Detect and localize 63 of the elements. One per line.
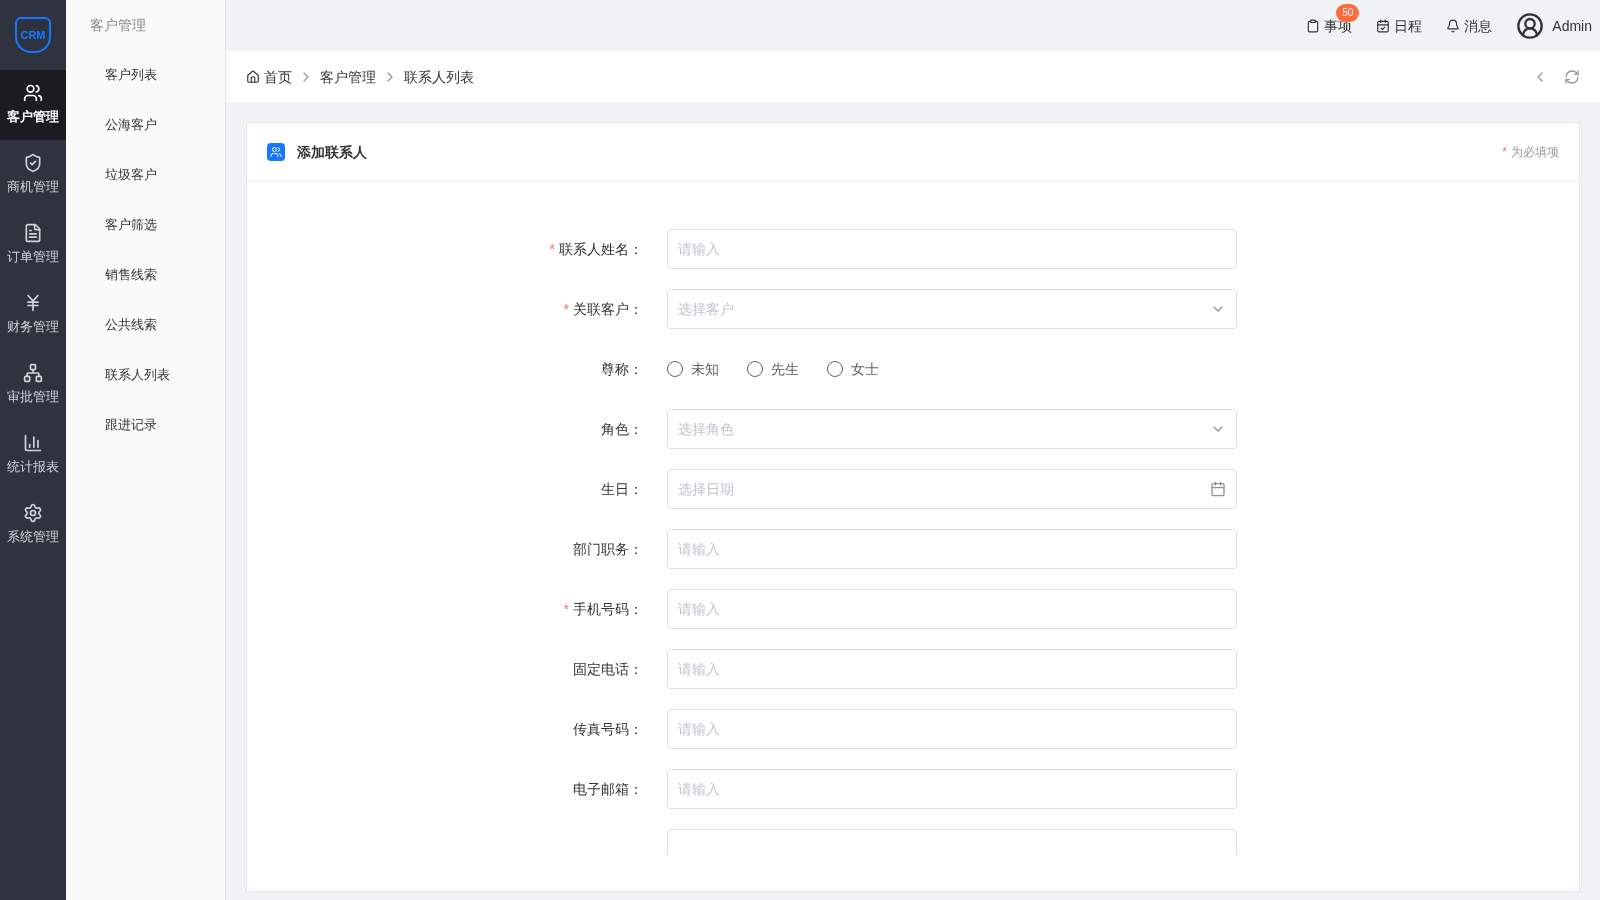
topbar-link[interactable]: 消息 — [1446, 15, 1493, 36]
rail-item[interactable]: 客户管理 — [0, 70, 66, 140]
input-field[interactable]: 请输入 — [667, 649, 1237, 689]
document-icon — [23, 223, 43, 244]
submenu-item[interactable]: 垃圾客户 — [66, 150, 225, 200]
input-field[interactable]: 请输入 — [667, 589, 1237, 629]
submenu-item[interactable]: 客户筛选 — [66, 200, 225, 250]
radio-option[interactable]: 女士 — [827, 359, 879, 379]
field-label: 尊称： — [601, 360, 643, 379]
refresh-icon[interactable] — [1564, 68, 1580, 85]
field-label: 生日： — [601, 480, 643, 499]
contacts-icon — [267, 142, 285, 161]
required-mark: * — [549, 240, 555, 259]
card-title: 添加联系人 — [297, 142, 367, 162]
rail-item[interactable]: 审批管理 — [0, 350, 66, 420]
field-label: 固定电话： — [573, 660, 643, 679]
required-mark: * — [563, 600, 569, 619]
calendar-icon — [1210, 481, 1226, 497]
submenu-item[interactable]: 跟进记录 — [66, 400, 225, 450]
shield-icon — [23, 153, 43, 174]
required-mark: * — [1502, 143, 1507, 160]
calendar-icon — [1376, 18, 1391, 33]
input-field[interactable]: 请输入 — [667, 769, 1237, 809]
submenu-item[interactable]: 公海客户 — [66, 100, 225, 150]
required-note: 为必填项 — [1511, 143, 1559, 160]
submenu-item[interactable]: 联系人列表 — [66, 350, 225, 400]
submenu-item[interactable]: 公共线索 — [66, 300, 225, 350]
breadcrumb-link[interactable]: 首页 — [264, 66, 292, 87]
rail-item[interactable]: 统计报表 — [0, 420, 66, 490]
field-label: 关联客户： — [573, 300, 643, 319]
field-label: 联系人姓名： — [559, 240, 643, 259]
field-label: 电子邮箱： — [573, 780, 643, 799]
rail-item[interactable]: 商机管理 — [0, 140, 66, 210]
bar-chart-icon — [23, 433, 43, 454]
field-label: 传真号码： — [573, 720, 643, 739]
count-badge: 50 — [1336, 3, 1360, 22]
field-label: 角色： — [601, 420, 643, 439]
avatar-icon[interactable] — [1516, 11, 1545, 40]
radio-option[interactable]: 未知 — [667, 359, 719, 379]
people-icon — [23, 83, 43, 104]
field-label: 部门职务： — [573, 540, 643, 559]
breadcrumb-link[interactable]: 联系人列表 — [404, 66, 474, 87]
home-icon — [246, 69, 260, 84]
settings-icon — [23, 503, 43, 524]
submenu-item[interactable]: 客户列表 — [66, 50, 225, 100]
radio-option[interactable]: 先生 — [747, 359, 799, 379]
input-field[interactable]: 请输入 — [667, 229, 1237, 269]
required-mark: * — [563, 300, 569, 319]
rail-item[interactable]: 订单管理 — [0, 210, 66, 280]
bell-icon — [1446, 18, 1461, 33]
topbar-link[interactable]: 日程 — [1376, 15, 1423, 36]
org-chart-icon — [23, 363, 43, 384]
rail-item[interactable]: 系统管理 — [0, 490, 66, 560]
submenu-item[interactable]: 销售线索 — [66, 250, 225, 300]
user-name[interactable]: Admin — [1552, 15, 1592, 36]
rail-item[interactable]: 财务管理 — [0, 280, 66, 350]
breadcrumb-link[interactable]: 客户管理 — [320, 66, 376, 87]
logo: CRM — [15, 17, 51, 53]
input-field[interactable]: 请输入 — [667, 709, 1237, 749]
field-label: 手机号码： — [573, 600, 643, 619]
clipboard-icon — [1306, 18, 1321, 33]
submenu-title: 客户管理 — [89, 16, 147, 35]
input-field[interactable]: 请输入 — [667, 529, 1237, 569]
